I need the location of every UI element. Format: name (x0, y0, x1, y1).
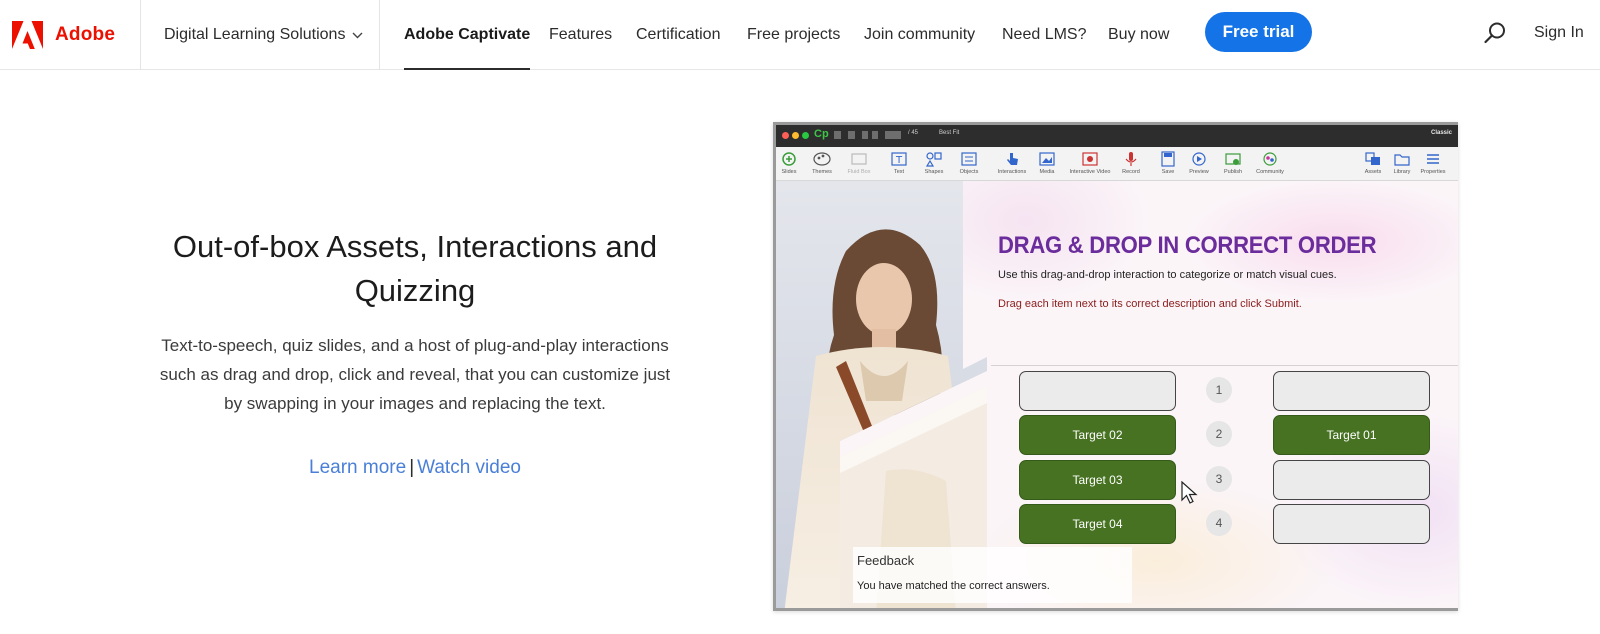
nav-link-free-projects[interactable]: Free projects (747, 0, 840, 70)
toolbar-glyph (862, 131, 868, 139)
nav-link-label: Adobe Captivate (404, 26, 531, 43)
sign-in-link[interactable]: Sign In (1534, 0, 1584, 66)
slides-icon (782, 152, 796, 166)
tool-shapes: Shapes (914, 147, 954, 181)
tool-text: T Text (879, 147, 919, 181)
community-icon (1263, 152, 1277, 166)
tool-themes: Themes (802, 147, 842, 181)
drop-target-right: Target 01 (1273, 415, 1430, 455)
tool-community: Community (1250, 147, 1290, 181)
feedback-panel: Feedback You have matched the correct an… (853, 547, 1132, 603)
drag-target-left (1019, 371, 1176, 411)
themes-icon (813, 152, 831, 166)
top-nav: Adobe Digital Learning Solutions Adobe C… (0, 0, 1600, 70)
preview-icon (1192, 152, 1206, 166)
slide-divider (991, 365, 1458, 366)
slide-stage: DRAG & DROP IN CORRECT ORDER Use this dr… (776, 181, 1458, 608)
tool-interactions: Interactions (992, 147, 1032, 181)
nav-link-features[interactable]: Features (549, 0, 612, 70)
feedback-text: You have matched the correct answers. (857, 580, 1050, 592)
active-indicator (404, 68, 531, 70)
watch-video-link[interactable]: Watch video (417, 457, 521, 478)
dls-label: Digital Learning Solutions (164, 26, 346, 43)
zoom-select: Best Fit (939, 130, 960, 136)
toolbar-glyph (872, 131, 878, 139)
tool-properties: Properties (1413, 147, 1453, 181)
objects-icon (961, 152, 977, 166)
nav-divider (140, 0, 141, 70)
interactive-video-icon (1082, 152, 1098, 166)
tool-publish: Publish (1213, 147, 1253, 181)
fluid-box-icon (851, 153, 867, 165)
media-icon (1039, 152, 1055, 166)
minimize-window-icon (792, 132, 799, 139)
slide-number-box (885, 131, 901, 139)
captivate-app-logo: Cp (814, 128, 829, 140)
nav-link-buy-now[interactable]: Buy now (1108, 0, 1169, 70)
adobe-brand-link[interactable]: Adobe (12, 0, 115, 70)
slide-title: DRAG & DROP IN CORRECT ORDER (998, 232, 1377, 259)
drop-target-right (1273, 504, 1430, 544)
drop-target-right (1273, 371, 1430, 411)
hero-links: Learn more | Watch video (150, 457, 680, 479)
drop-target-right (1273, 460, 1430, 500)
digital-learning-solutions-menu[interactable]: Digital Learning Solutions (164, 0, 363, 70)
feedback-title: Feedback (857, 553, 915, 568)
order-number: 3 (1206, 466, 1232, 492)
free-trial-button[interactable]: Free trial (1205, 12, 1312, 52)
shapes-icon (925, 152, 942, 167)
window-titlebar: Cp / 45 Best Fit Classic (776, 125, 1458, 147)
drag-target-left: Target 02 (1019, 415, 1176, 455)
search-icon[interactable] (1483, 21, 1507, 45)
publish-icon (1225, 153, 1241, 165)
assets-icon (1365, 152, 1380, 165)
mouse-cursor-icon (1181, 481, 1198, 504)
slide-total: / 45 (908, 130, 919, 136)
tool-media: Media (1027, 147, 1067, 181)
adobe-logo-icon (12, 21, 43, 49)
nav-link-join-community[interactable]: Join community (864, 0, 975, 70)
captivate-screenshot: Cp / 45 Best Fit Classic Slides Themes F… (773, 122, 1458, 611)
chevron-down-icon (352, 32, 363, 38)
order-number: 2 (1206, 421, 1232, 447)
drag-target-left: Target 03 (1019, 460, 1176, 500)
save-icon (1161, 151, 1175, 167)
slide-subtitle: Use this drag-and-drop interaction to ca… (998, 269, 1337, 281)
library-icon (1394, 154, 1410, 166)
section-description: Text-to-speech, quiz slides, and a host … (159, 336, 671, 413)
close-window-icon (782, 132, 789, 139)
section-title: Out-of-box Assets, Interactions and Quiz… (172, 229, 658, 308)
nav-link-adobe-captivate[interactable]: Adobe Captivate (404, 0, 531, 70)
drag-target-left: Target 04 (1019, 504, 1176, 544)
toolbar-glyph (834, 131, 841, 139)
toolbar-glyph (848, 131, 855, 139)
maximize-window-icon (802, 132, 809, 139)
captivate-toolbar: Slides Themes Fluid Box T Text Shapes Ob… (776, 147, 1458, 181)
learn-more-link[interactable]: Learn more (309, 457, 406, 478)
nav-link-need-lms[interactable]: Need LMS? (1002, 0, 1087, 70)
microphone-icon (1125, 152, 1137, 166)
brand-name: Adobe (55, 24, 116, 45)
text-icon: T (891, 152, 907, 166)
nav-divider (379, 0, 380, 70)
tool-fluid-box: Fluid Box (839, 147, 879, 181)
workspace-mode: Classic (1430, 130, 1452, 136)
order-number: 4 (1206, 510, 1232, 536)
svg-text:T: T (895, 155, 903, 166)
interactions-icon (1007, 153, 1018, 165)
tool-interactive-video: Interactive Video (1070, 147, 1110, 181)
slide-instruction: Drag each item next to its correct descr… (998, 298, 1302, 310)
tool-record: Record (1111, 147, 1151, 181)
properties-icon (1427, 154, 1439, 164)
nav-link-certification[interactable]: Certification (636, 0, 720, 70)
tool-objects: Objects (949, 147, 989, 181)
order-number: 1 (1206, 377, 1232, 403)
link-separator: | (409, 457, 415, 478)
